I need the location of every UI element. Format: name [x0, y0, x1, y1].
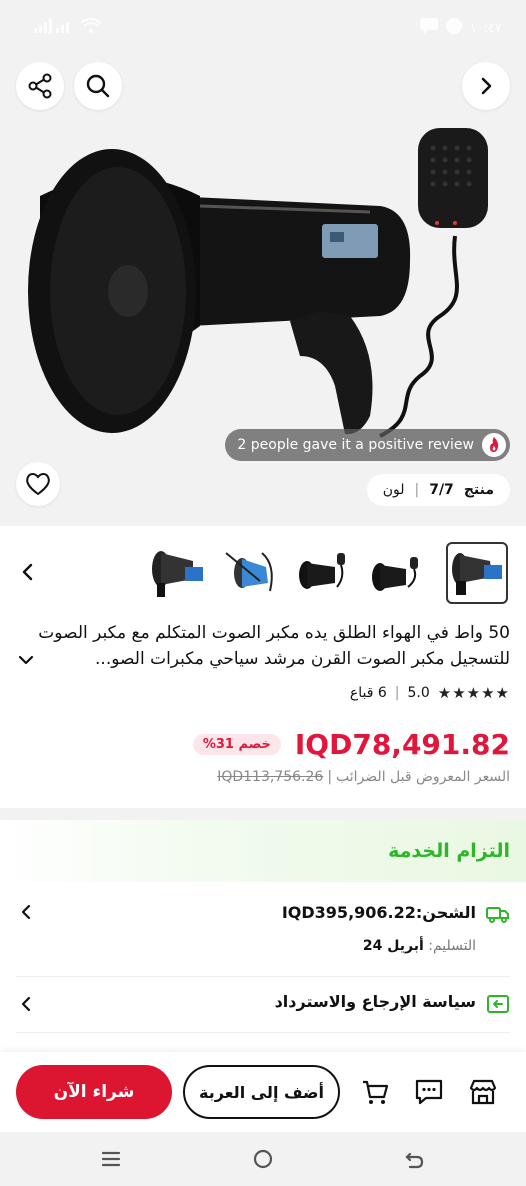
- fire-icon: [482, 433, 506, 457]
- facebook-icon: [445, 18, 462, 38]
- share-button[interactable]: [16, 62, 64, 110]
- bottom-action-bar: شراء الآن أضف إلى العربة: [0, 1052, 526, 1132]
- shipping-label: الشحن:: [415, 903, 476, 922]
- status-bar: ١٠:٤٧: [0, 0, 526, 56]
- signal-icon: [34, 19, 74, 37]
- image-counter-pill[interactable]: منتج 7/7 | لون: [366, 474, 510, 506]
- status-right: ١٠:٤٧: [419, 18, 502, 38]
- wishlist-button[interactable]: [16, 462, 60, 506]
- thumbnail-2[interactable]: [219, 542, 281, 604]
- delivery-line: التسليم: أبريل 24: [363, 938, 476, 954]
- separator: |: [394, 685, 400, 701]
- return-policy-row[interactable]: سياسة الإرجاع والاسترداد: [16, 990, 510, 1020]
- chevron-left-icon[interactable]: [16, 560, 40, 584]
- thumbnail-1[interactable]: [146, 542, 208, 604]
- recent-apps-icon[interactable]: [99, 1147, 123, 1171]
- back-nav-icon[interactable]: [402, 1147, 426, 1171]
- rating-value: 5.0: [407, 685, 430, 701]
- discount-badge: خصم 31%: [192, 734, 281, 755]
- price-row: IQD78,491.82 خصم 31%: [192, 728, 510, 761]
- old-price-row: السعر المعروض قبل الضرائب | IQD113,756.2…: [217, 769, 510, 785]
- buy-now-button[interactable]: شراء الآن: [16, 1065, 172, 1119]
- search-icon: [86, 74, 110, 98]
- shipping-line: الشحن:IQD395,906.22: [282, 903, 476, 922]
- shipping-value: IQD395,906.22: [281, 903, 416, 922]
- back-button[interactable]: [462, 62, 510, 110]
- return-icon: [487, 995, 509, 1013]
- store-icon[interactable]: [468, 1077, 498, 1107]
- product-title[interactable]: 50 واط في الهواء الطلق يده مكبر الصوت ال…: [14, 620, 510, 672]
- rating-stars: ★★★★★: [437, 684, 510, 702]
- system-nav-bar: [0, 1132, 526, 1186]
- return-policy-label: سياسة الإرجاع والاسترداد: [274, 992, 476, 1011]
- delivery-label: التسليم:: [428, 938, 476, 954]
- add-to-cart-button[interactable]: أضف إلى العربة: [183, 1065, 340, 1119]
- chevron-left-icon: [21, 904, 31, 920]
- search-button[interactable]: [74, 62, 122, 110]
- thumbnail-4[interactable]: [365, 542, 427, 604]
- old-price: IQD113,756.26: [217, 769, 324, 785]
- home-icon[interactable]: [251, 1147, 275, 1171]
- rating-row[interactable]: ★★★★★ 5.0 | 6 قباع: [350, 684, 510, 702]
- share-icon: [28, 73, 52, 99]
- color-label: لون: [382, 482, 405, 498]
- heart-icon: [26, 473, 50, 496]
- status-left: [34, 18, 102, 38]
- cart-icon[interactable]: [360, 1077, 390, 1107]
- shipping-row[interactable]: الشحن:IQD395,906.22 التسليم: أبريل 24: [16, 900, 510, 964]
- product-counter-value: 7/7: [429, 482, 454, 498]
- chevron-left-icon: [21, 996, 31, 1012]
- chevron-down-icon[interactable]: [16, 650, 36, 670]
- chat-icon[interactable]: [414, 1077, 444, 1107]
- review-text: 2 people gave it a positive review: [237, 437, 474, 453]
- current-price: IQD78,491.82: [294, 728, 510, 761]
- truck-icon: [486, 907, 509, 923]
- section-divider: [0, 808, 526, 820]
- separator: |: [327, 769, 333, 785]
- clock-time: ١٠:٤٧: [469, 20, 502, 36]
- chevron-right-icon: [481, 77, 492, 95]
- product-counter-label: منتج: [463, 482, 494, 498]
- thumbnail-3[interactable]: [292, 542, 354, 604]
- divider: [16, 1032, 510, 1033]
- positive-review-badge: 2 people gave it a positive review: [225, 429, 510, 461]
- delivery-date: أبريل 24: [362, 938, 424, 954]
- service-title: التزام الخدمة: [388, 840, 510, 862]
- sold-count: 6 قباع: [349, 685, 387, 701]
- message-icon: [419, 18, 438, 38]
- separator: |: [414, 482, 420, 498]
- thumbnail-strip: [0, 538, 526, 608]
- thumbnail-5-selected[interactable]: [446, 542, 508, 604]
- old-price-label: السعر المعروض قبل الضرائب: [336, 769, 510, 785]
- service-commitment-header: التزام الخدمة: [0, 820, 526, 882]
- wifi-icon: [80, 18, 102, 38]
- product-hero-image[interactable]: 2 people gave it a positive review منتج …: [0, 56, 526, 526]
- divider: [16, 976, 510, 977]
